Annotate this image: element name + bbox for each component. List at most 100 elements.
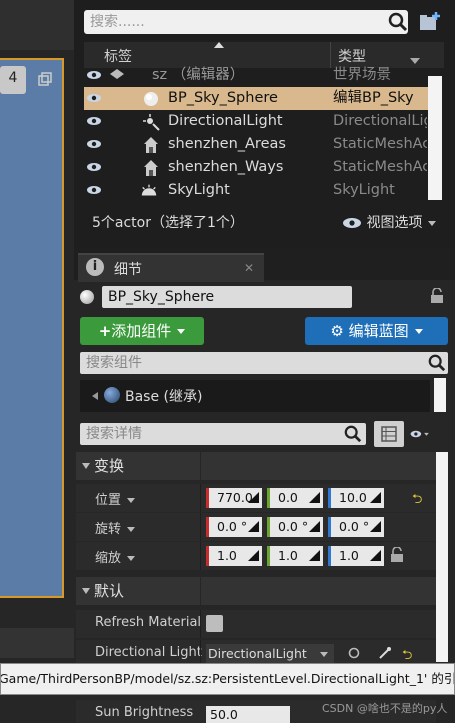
details-scrollbar[interactable] [436, 452, 448, 662]
rotation-x-field[interactable]: 0.0 ° [206, 517, 262, 537]
eyedropper-icon[interactable] [378, 646, 392, 660]
visibility-eye-icon[interactable] [86, 162, 102, 172]
detail-search[interactable]: 搜索详情 [80, 423, 366, 445]
location-z-field[interactable]: 10.0 [328, 488, 384, 508]
refresh-material-row: Refresh Material [76, 610, 436, 638]
add-component-label: 添加组件 [111, 322, 172, 340]
lock-icon[interactable] [430, 288, 444, 304]
scale-y-field[interactable]: 1.0 [267, 546, 323, 566]
info-icon: i [86, 258, 104, 276]
scene-component-icon [104, 387, 120, 403]
drag-handle-icon[interactable] [370, 492, 381, 503]
plus-icon: + [98, 322, 112, 340]
directional-light-icon [143, 114, 160, 131]
browse-search-icon[interactable] [348, 647, 362, 661]
close-icon[interactable]: ✕ [244, 261, 254, 275]
outliner-row-type: StaticMeshAc [333, 159, 427, 175]
column-splitter[interactable] [200, 484, 201, 512]
location-y-field[interactable]: 0.0 [267, 488, 323, 508]
location-x-field[interactable]: 770.0 [206, 488, 262, 508]
chevron-down-icon [127, 556, 136, 561]
column-splitter[interactable] [200, 542, 201, 570]
transform-section-title: 变换 [94, 457, 125, 475]
outliner-row-label: SkyLight [168, 182, 230, 198]
tree-collapse-icon[interactable] [92, 392, 98, 400]
reset-to-default-icon[interactable]: ⮌ [412, 490, 426, 507]
view-options-button[interactable]: 视图选项 [342, 212, 437, 232]
scale-z-field[interactable]: 1.0 [328, 546, 384, 566]
transform-section-header[interactable]: 变换 [76, 452, 436, 480]
component-tree-scrollbar[interactable] [434, 378, 446, 412]
viewport-toolbar [0, 0, 74, 50]
outliner-row-shenzhen-ways[interactable]: shenzhen_Ways StaticMeshAc [84, 156, 428, 179]
column-label-header[interactable]: 标签 [104, 46, 132, 66]
default-section-title: 默认 [94, 582, 125, 600]
outliner-row-directional-light[interactable]: DirectionalLight DirectionalLig [84, 110, 428, 133]
search-icon[interactable] [428, 354, 446, 372]
refresh-material-checkbox[interactable] [206, 615, 223, 632]
outliner-row-shenzhen-areas[interactable]: shenzhen_Areas StaticMeshAc [84, 133, 428, 156]
directional-light-picker[interactable]: DirectionalLight [206, 644, 334, 664]
visibility-eye-icon[interactable] [86, 70, 102, 80]
rotation-label[interactable]: 旋转 [95, 518, 136, 537]
component-search[interactable]: 搜索组件 [80, 352, 448, 374]
chevron-down-icon [127, 498, 136, 503]
add-folder-icon[interactable] [418, 10, 442, 32]
detail-search-input[interactable]: 搜索详情 [86, 423, 142, 445]
visibility-filter-icon[interactable] [410, 427, 430, 441]
column-type-header[interactable]: 类型 [338, 46, 366, 66]
outliner-search-input[interactable]: 搜索...... [90, 10, 380, 34]
world-icon [110, 69, 124, 79]
base-component-item[interactable]: Base (继承) [125, 386, 202, 406]
outliner-row-skylight[interactable]: SkyLight SkyLight [84, 179, 428, 202]
drag-handle-icon[interactable] [309, 521, 320, 532]
lock-icon[interactable] [390, 547, 404, 563]
drag-handle-icon[interactable] [248, 521, 259, 532]
reset-to-default-icon[interactable]: ⮌ [402, 646, 416, 663]
viewport-zoom-button[interactable]: 4 [0, 66, 26, 94]
outliner-row-type: 世界场景 [333, 67, 391, 83]
drag-handle-icon[interactable] [370, 550, 381, 561]
rotation-z-field[interactable]: 0.0 ° [328, 517, 384, 537]
section-collapse-icon [82, 463, 90, 469]
drag-handle-icon[interactable] [370, 521, 381, 532]
column-splitter[interactable] [200, 513, 201, 541]
viewport[interactable] [0, 58, 64, 598]
search-icon[interactable] [388, 12, 408, 32]
sun-brightness-field[interactable]: 50.0 [206, 706, 290, 723]
add-component-button[interactable]: +添加组件 [80, 317, 204, 345]
outliner-row-bp-sky-sphere[interactable]: BP_Sky_Sphere 编辑BP_Sky [84, 87, 428, 110]
column-splitter[interactable] [200, 452, 201, 480]
sort-ascending-icon[interactable] [214, 42, 224, 48]
location-label[interactable]: 位置 [95, 489, 136, 508]
sky-light-icon [141, 184, 157, 196]
scale-label[interactable]: 缩放 [95, 547, 136, 566]
default-section-header[interactable]: 默认 [76, 577, 436, 605]
outliner-scrollbar[interactable] [428, 76, 442, 200]
outliner-row-label: DirectionalLight [168, 113, 283, 129]
outliner-search[interactable]: 搜索...... [84, 10, 408, 34]
column-splitter[interactable] [200, 610, 201, 638]
search-icon[interactable] [344, 425, 362, 443]
visibility-eye-icon[interactable] [86, 139, 102, 149]
tab-details[interactable]: i 细节 ✕ [78, 253, 264, 282]
outliner-row-label: sz （编辑器） [152, 67, 245, 83]
maximize-icon[interactable] [38, 72, 52, 86]
component-search-input[interactable]: 搜索组件 [86, 352, 142, 374]
drag-handle-icon[interactable] [248, 492, 259, 503]
rotation-y-field[interactable]: 0.0 ° [267, 517, 323, 537]
outliner-row-label: BP_Sky_Sphere [168, 90, 278, 106]
scale-x-field[interactable]: 1.0 [206, 546, 262, 566]
visibility-eye-icon[interactable] [86, 116, 102, 126]
outliner-row-world[interactable]: sz （编辑器） 世界场景 [84, 64, 428, 87]
column-splitter[interactable] [200, 577, 201, 605]
drag-handle-icon[interactable] [309, 550, 320, 561]
actor-name-field[interactable]: BP_Sky_Sphere [102, 286, 352, 308]
visibility-eye-icon[interactable] [86, 185, 102, 195]
visibility-eye-icon[interactable] [86, 93, 102, 103]
drag-handle-icon[interactable] [248, 550, 259, 561]
drag-handle-icon[interactable] [309, 492, 320, 503]
sphere-icon [144, 92, 158, 106]
property-matrix-icon[interactable] [374, 421, 404, 447]
edit-blueprint-button[interactable]: ⚙ 编辑蓝图 [305, 317, 448, 345]
